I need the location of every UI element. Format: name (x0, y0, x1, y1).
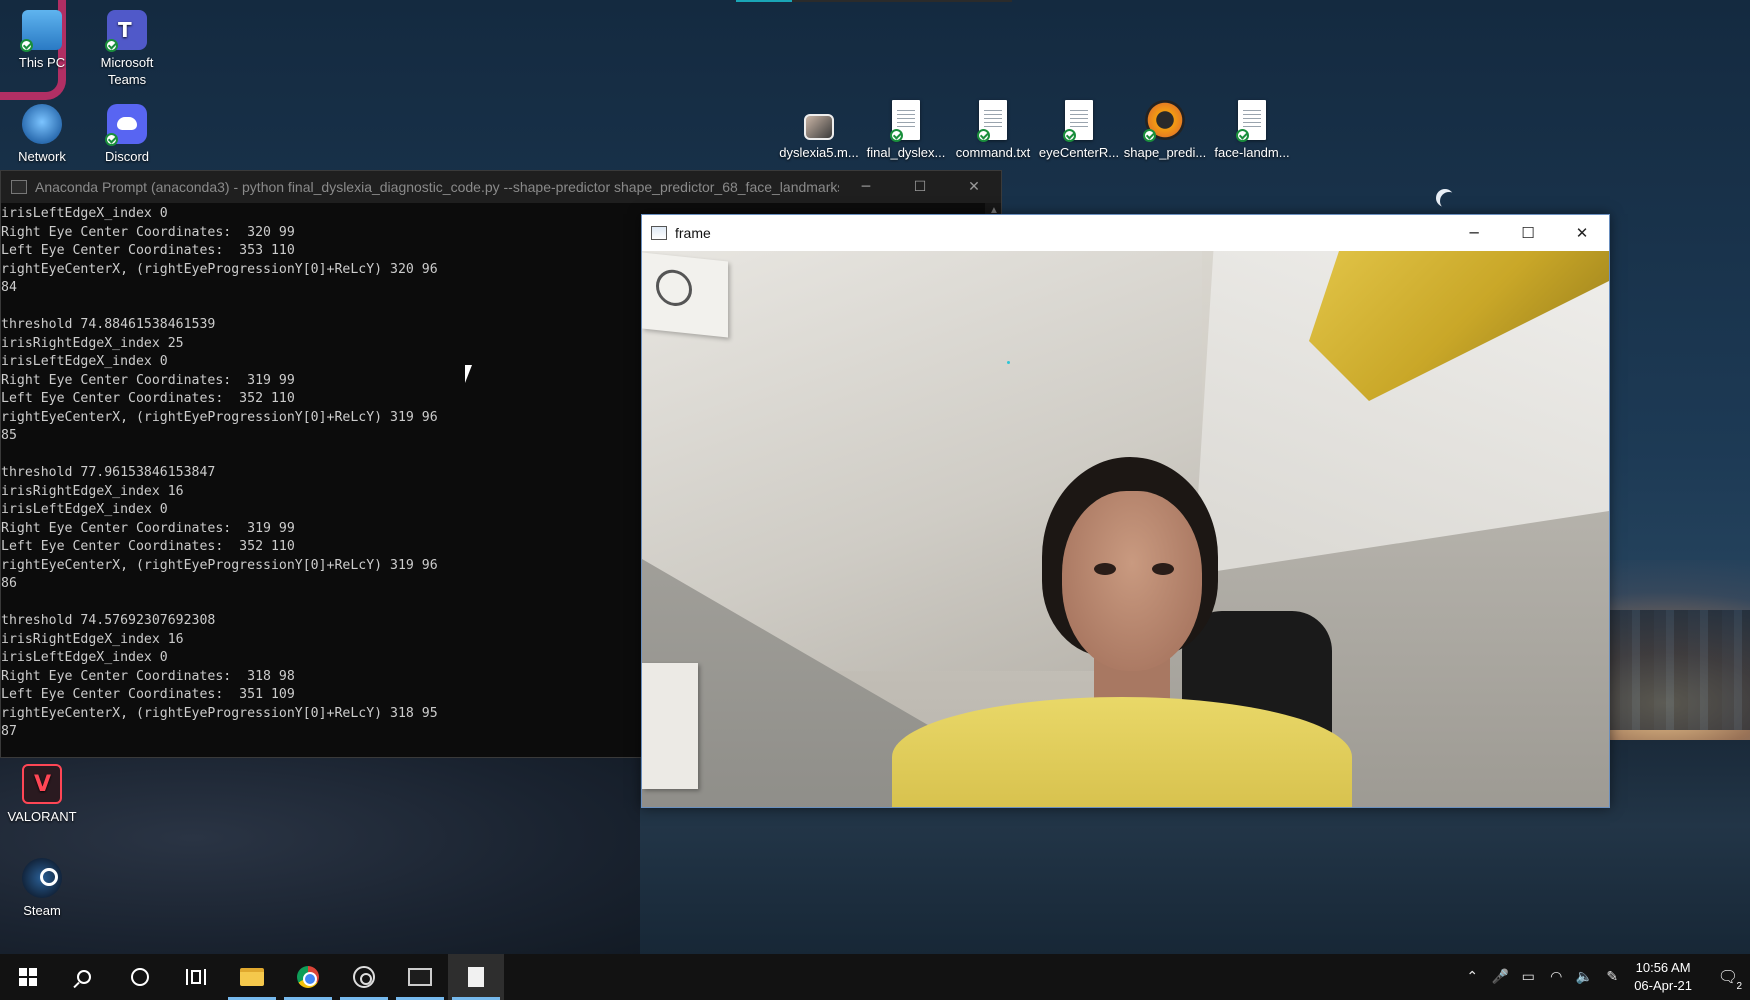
obs-file-icon (1143, 100, 1185, 142)
network-icon (22, 104, 62, 144)
wifi-icon[interactable]: ◠ (1542, 954, 1570, 1000)
taskbar-clock[interactable]: 10:56 AM 06-Apr-21 (1626, 959, 1706, 995)
start-button[interactable] (0, 954, 56, 1000)
obs-button[interactable] (336, 954, 392, 1000)
microphone-icon[interactable]: 🎤 (1486, 954, 1514, 1000)
wall-socket (642, 252, 728, 338)
frame-title: frame (675, 225, 711, 241)
notification-count: 2 (1736, 981, 1742, 992)
desktop-icon-network[interactable]: Network (0, 104, 84, 165)
desktop-icon-label: face-landm... (1214, 145, 1290, 160)
discord-icon (105, 104, 147, 146)
desktop-icon-microsoft-teams[interactable]: Microsoft Teams (85, 10, 169, 88)
desktop-icon-label: VALORANT (7, 809, 77, 824)
search-icon (77, 970, 91, 984)
person-shirt (892, 697, 1352, 807)
desktop-icon-eye-center[interactable]: eyeCenterR... (1037, 100, 1121, 161)
desktop-icon-steam[interactable]: Steam (0, 858, 84, 919)
desktop-icon-label: This PC (18, 55, 66, 70)
desktop-icon-shape-predictor[interactable]: shape_predi... (1123, 100, 1207, 161)
frame-maximize-button[interactable]: ☐ (1501, 215, 1555, 251)
console-close-button[interactable]: ✕ (947, 171, 1001, 203)
console-minimize-button[interactable]: ─ (839, 171, 893, 203)
person-left-eye (1152, 563, 1174, 575)
top-window-edge (792, 0, 1012, 2)
gaze-marker-dot (1007, 361, 1010, 364)
steam-icon (22, 858, 62, 898)
desktop-icon-label: dyslexia5.m... (779, 145, 859, 160)
frame-close-button[interactable]: ✕ (1555, 215, 1609, 251)
person-face (1062, 491, 1202, 671)
task-view-icon (186, 969, 206, 985)
show-hidden-icons-chevron-icon[interactable]: ⌃ (1458, 954, 1486, 1000)
terminal-icon (408, 968, 432, 986)
desktop-icon-final-dyslexia[interactable]: final_dyslex... (864, 100, 948, 161)
taskbar: ⌃ 🎤 ▭ ◠ 🔈 ✎ 10:56 AM 06-Apr-21 🗨 2 (0, 954, 1750, 1000)
chrome-icon (297, 966, 319, 988)
folder-icon (240, 968, 264, 986)
video-file-icon (804, 114, 834, 140)
valorant-icon (22, 764, 62, 804)
desktop-icon-discord[interactable]: Discord (85, 104, 169, 165)
document-icon (468, 967, 484, 987)
document-button[interactable] (448, 954, 504, 1000)
task-view-button[interactable] (168, 954, 224, 1000)
text-file-icon (1236, 100, 1266, 142)
desktop-icon-label: Network (18, 149, 66, 164)
desktop-icon-this-pc[interactable]: This PC (0, 10, 84, 71)
terminal-button[interactable] (392, 954, 448, 1000)
desktop-icon-label: Discord (104, 149, 150, 164)
frame-window[interactable]: frame ─ ☐ ✕ (641, 214, 1610, 808)
obs-icon (353, 966, 375, 988)
frame-titlebar[interactable]: frame ─ ☐ ✕ (642, 215, 1609, 251)
desktop-icon-label: Microsoft Teams (100, 55, 154, 87)
webcam-video-feed (642, 251, 1609, 807)
clock-date: 06-Apr-21 (1634, 978, 1692, 993)
terminal-icon (11, 180, 27, 194)
cortana-button[interactable] (112, 954, 168, 1000)
clock-time: 10:56 AM (1635, 960, 1691, 975)
desktop-icon-valorant[interactable]: VALORANT (0, 764, 84, 825)
teams-icon (105, 10, 147, 52)
text-file-icon (977, 100, 1007, 142)
desktop-icon-command-txt[interactable]: command.txt (951, 100, 1035, 161)
system-tray: ⌃ 🎤 ▭ ◠ 🔈 ✎ 10:56 AM 06-Apr-21 🗨 2 (1458, 954, 1750, 1000)
chrome-button[interactable] (280, 954, 336, 1000)
pen-workspace-icon[interactable]: ✎ (1598, 954, 1626, 1000)
wallpaper-moon (1440, 192, 1458, 210)
text-file-icon (890, 100, 920, 142)
action-center-button[interactable]: 🗨 2 (1706, 954, 1750, 1000)
desktop-icon-face-landmarks[interactable]: face-landm... (1210, 100, 1294, 161)
wallpaper-street (0, 758, 640, 958)
computer-icon (20, 10, 62, 52)
desktop-icon-label: final_dyslex... (866, 145, 946, 160)
file-explorer-button[interactable] (224, 954, 280, 1000)
desktop-icon-label: command.txt (955, 145, 1031, 160)
console-titlebar[interactable]: Anaconda Prompt (anaconda3) - python fin… (1, 171, 1001, 203)
desktop-icon-dyslexia-video[interactable]: dyslexia5.m... (777, 104, 861, 161)
desktop-icon-label: eyeCenterR... (1038, 145, 1120, 160)
person-right-eye (1094, 563, 1116, 575)
console-maximize-button[interactable]: ☐ (893, 171, 947, 203)
wall-switch (642, 663, 698, 789)
windows-icon (19, 968, 37, 986)
frame-minimize-button[interactable]: ─ (1447, 215, 1501, 251)
text-file-icon (1063, 100, 1093, 142)
search-button[interactable] (56, 954, 112, 1000)
mouse-pointer-icon (465, 365, 472, 383)
desktop-icon-label: shape_predi... (1123, 145, 1207, 160)
notification-icon: 🗨 (1717, 969, 1739, 986)
cortana-icon (131, 968, 149, 986)
window-app-icon (651, 226, 667, 240)
desktop-icon-label: Steam (23, 903, 61, 918)
console-title: Anaconda Prompt (anaconda3) - python fin… (35, 179, 839, 195)
top-window-accent (736, 0, 792, 2)
battery-icon[interactable]: ▭ (1514, 954, 1542, 1000)
volume-icon[interactable]: 🔈 (1570, 954, 1598, 1000)
